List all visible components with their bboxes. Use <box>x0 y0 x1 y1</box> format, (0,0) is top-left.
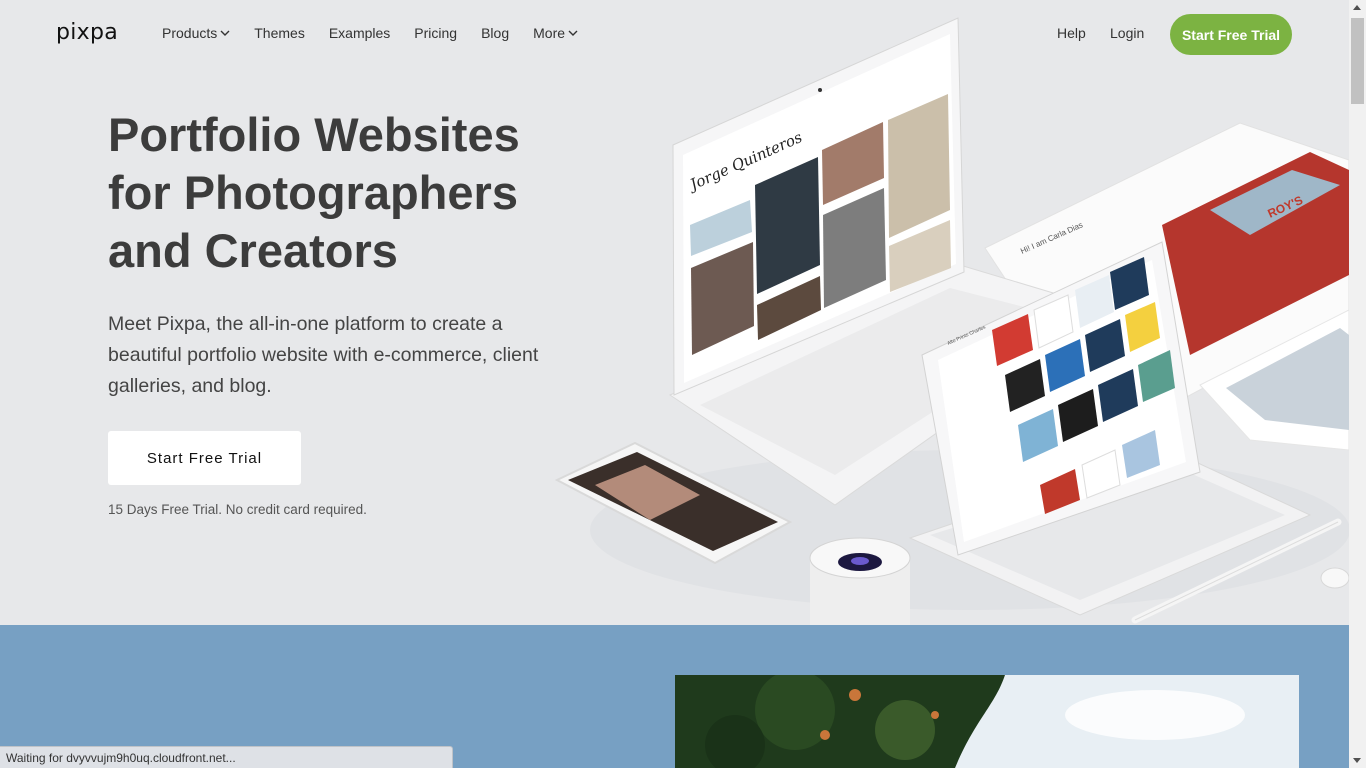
nav-pricing[interactable]: Pricing <box>414 25 457 41</box>
main-nav: Products Themes Examples Pricing Blog Mo… <box>162 25 602 41</box>
hero-title: Portfolio Websites for Photographers and… <box>108 108 520 277</box>
nav-blog[interactable]: Blog <box>481 25 509 41</box>
nav-examples-label: Examples <box>328 25 391 41</box>
pixpa-logo[interactable]: pixpa <box>56 20 118 45</box>
page-scrollbar[interactable] <box>1349 0 1366 768</box>
scrollbar-thumb[interactable] <box>1351 18 1364 104</box>
camera-lens <box>809 537 911 625</box>
nav-products[interactable]: Products <box>162 25 230 41</box>
scroll-down-arrow-icon[interactable] <box>1353 758 1361 763</box>
scroll-up-arrow-icon[interactable] <box>1353 5 1361 10</box>
nav-examples[interactable]: Examples <box>329 25 390 41</box>
nav-themes[interactable]: Themes <box>254 25 305 41</box>
hero-subtitle: Meet Pixpa, the all-in-one platform to c… <box>108 313 539 397</box>
browser-status-bar: Waiting for dvyvvujm9h0uq.cloudfront.net… <box>0 746 453 768</box>
nav-products-label: Products <box>162 25 218 41</box>
nav-themes-label: Themes <box>254 25 305 41</box>
hero-devices-illustration: Hi! I am Carla Dias ROY'S Jorge Quintero… <box>554 17 1349 625</box>
tree-photo <box>675 675 1299 768</box>
chevron-down-icon <box>220 30 230 36</box>
earbud <box>1320 567 1349 589</box>
trial-note: 15 Days Free Trial. No credit card requi… <box>108 502 367 517</box>
nav-blog-label: Blog <box>481 25 510 41</box>
hero-start-trial-button[interactable]: Start Free Trial <box>108 431 301 485</box>
nav-pricing-label: Pricing <box>414 25 458 41</box>
